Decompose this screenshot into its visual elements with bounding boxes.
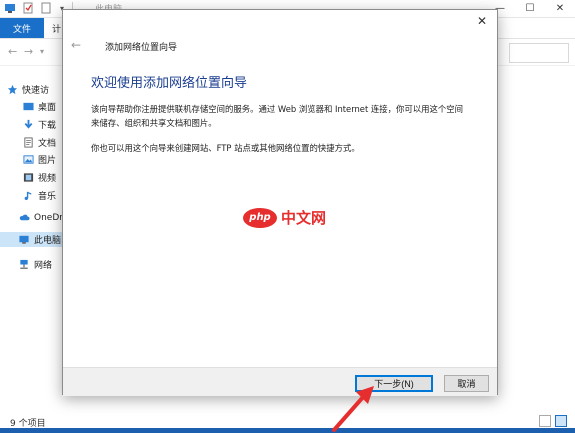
taskbar [0,428,575,433]
sidebar-item-label: OneDri [34,212,66,223]
watermark-text: 中文网 [281,209,327,227]
sidebar-item-label: 网络 [34,261,53,271]
video-icon [22,172,34,184]
wizard-title: 添加网络位置向导 [105,43,178,53]
window-controls: — ☐ ✕ [485,0,575,17]
sidebar-item-label: 快速访 [22,86,50,96]
sidebar-item-label: 此电脑 [34,236,62,246]
desktop-icon [22,101,34,113]
watermark-logo: php 中文网 [243,207,326,228]
back-arrow-icon[interactable]: ← [8,45,17,58]
wizard-description-secondary: 你也可以用这个向导来创建网站、FTP 站点或其他网络位置的快捷方式。 [91,143,360,153]
sidebar-item-label: 视频 [38,174,57,184]
close-icon[interactable]: ✕ [545,0,575,17]
add-network-location-wizard: ✕ ← 添加网络位置向导 欢迎使用添加网络位置向导 该向导帮助你注册提供联机存储… [62,9,498,396]
search-input[interactable] [509,43,569,63]
cancel-button[interactable]: 取消 [444,375,489,392]
tab-computer[interactable]: 计 [52,22,61,35]
document-icon [22,137,34,149]
wizard-description: 该向导帮助你注册提供联机存储空间的服务。通过 Web 浏览器和 Internet… [91,104,464,128]
star-icon [6,84,18,96]
close-icon[interactable]: ✕ [473,13,491,29]
computer-icon [18,234,30,246]
forward-arrow-icon[interactable]: → [24,45,33,58]
sidebar-item-label: 下载 [38,121,57,131]
recent-dropdown-icon[interactable]: ▾ [40,47,44,56]
sidebar-item-label: 文档 [38,139,57,149]
sidebar-item-label: 桌面 [38,103,57,113]
properties-icon[interactable] [22,2,34,14]
view-switcher [539,415,567,427]
watermark-badge: php [243,207,277,228]
picture-icon [22,154,34,166]
wizard-heading: 欢迎使用添加网络位置向导 [91,76,248,91]
wizard-footer: 下一步(N) 取消 [63,367,497,396]
maximize-icon[interactable]: ☐ [515,0,545,17]
sidebar-item-label: 图片 [38,156,57,166]
download-icon [22,119,34,131]
back-arrow-icon[interactable]: ← [71,38,81,52]
computer-icon[interactable] [4,2,16,14]
red-arrow-annotation [332,386,374,432]
sidebar-item-label: 音乐 [38,192,57,202]
music-icon [22,190,34,202]
new-folder-icon[interactable] [40,2,52,14]
details-view-icon[interactable] [539,415,551,427]
tab-file[interactable]: 文件 [0,18,44,38]
large-icons-view-icon[interactable] [555,415,567,427]
cloud-icon [18,212,30,224]
sidebar-item-quick-access[interactable]: 快速访 [6,82,70,97]
network-icon [18,259,30,271]
